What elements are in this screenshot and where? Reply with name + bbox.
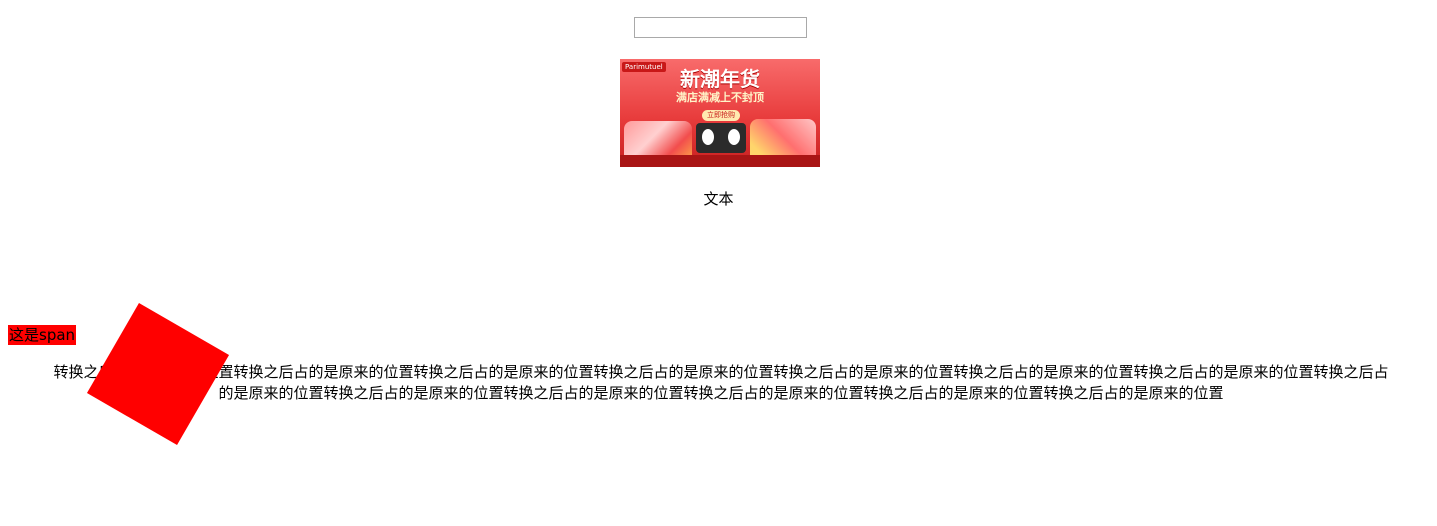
transform-paragraph: 转换之后占的是原来的位置转换之后占的是原来的位置转换之后占的是原来的位置转换之后… [8, 362, 1434, 404]
promo-banner-image: Parimutuel 新潮年货 满店满减上不封顶 立即抢购 [620, 59, 820, 167]
page: Parimutuel 新潮年货 满店满减上不封顶 立即抢购 文本 这是span … [0, 0, 1437, 526]
paragraph-line-2: 的是原来的位置转换之后占的是原来的位置转换之后占的是原来的位置转换之后占的是原来… [218, 384, 1224, 402]
banner-floor [620, 155, 820, 167]
banner-subheadline: 满店满减上不封顶 [676, 91, 764, 104]
center-text: 文本 [703, 190, 734, 208]
text-input[interactable] [634, 17, 807, 38]
banner-cat-mascot-icon [696, 123, 746, 153]
rotated-red-square [86, 302, 230, 446]
banner-cta-pill: 立即抢购 [702, 110, 740, 121]
banner-headline: 新潮年货 [680, 67, 760, 91]
span-label: 这是span [8, 325, 77, 345]
